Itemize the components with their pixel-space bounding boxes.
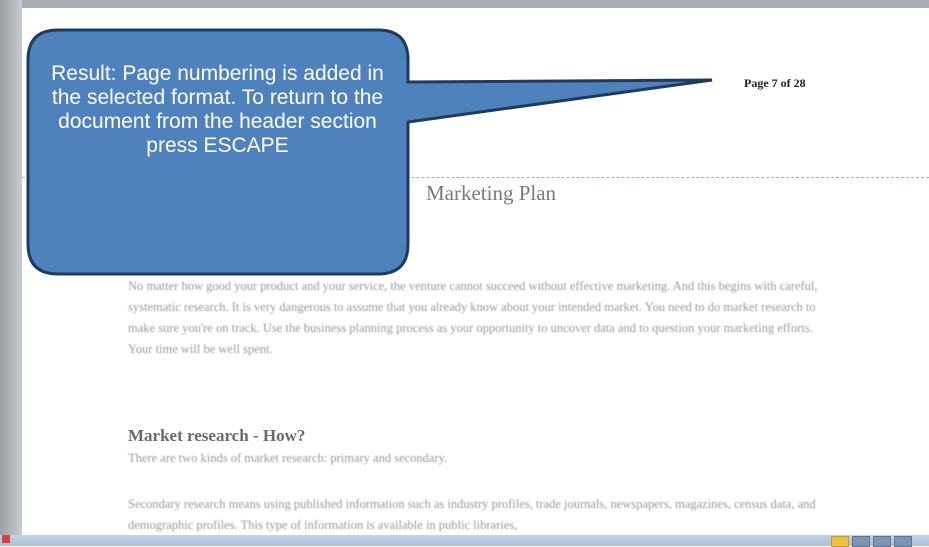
status-bar	[0, 535, 929, 546]
web-layout-view-icon[interactable]	[873, 536, 891, 547]
status-marker	[2, 535, 10, 543]
header-divider	[22, 177, 929, 178]
callout-text: Result: Page numbering is added in the s…	[51, 62, 384, 157]
outline-view-icon[interactable]	[894, 536, 912, 547]
section-intro: There are two kinds of market research: …	[128, 451, 448, 465]
page-number-field[interactable]: Page 7 of 28	[744, 76, 806, 91]
document-title: Marketing Plan	[426, 181, 557, 205]
section-heading: Market research - How?	[128, 426, 306, 445]
body-paragraph: No matter how good your product and your…	[128, 279, 818, 356]
print-layout-view-icon[interactable]	[831, 536, 849, 547]
section-paragraph: Secondary research means using published…	[128, 497, 816, 532]
window-left-frame	[0, 0, 22, 546]
window-top-frame	[0, 0, 929, 8]
full-screen-view-icon[interactable]	[852, 536, 870, 547]
